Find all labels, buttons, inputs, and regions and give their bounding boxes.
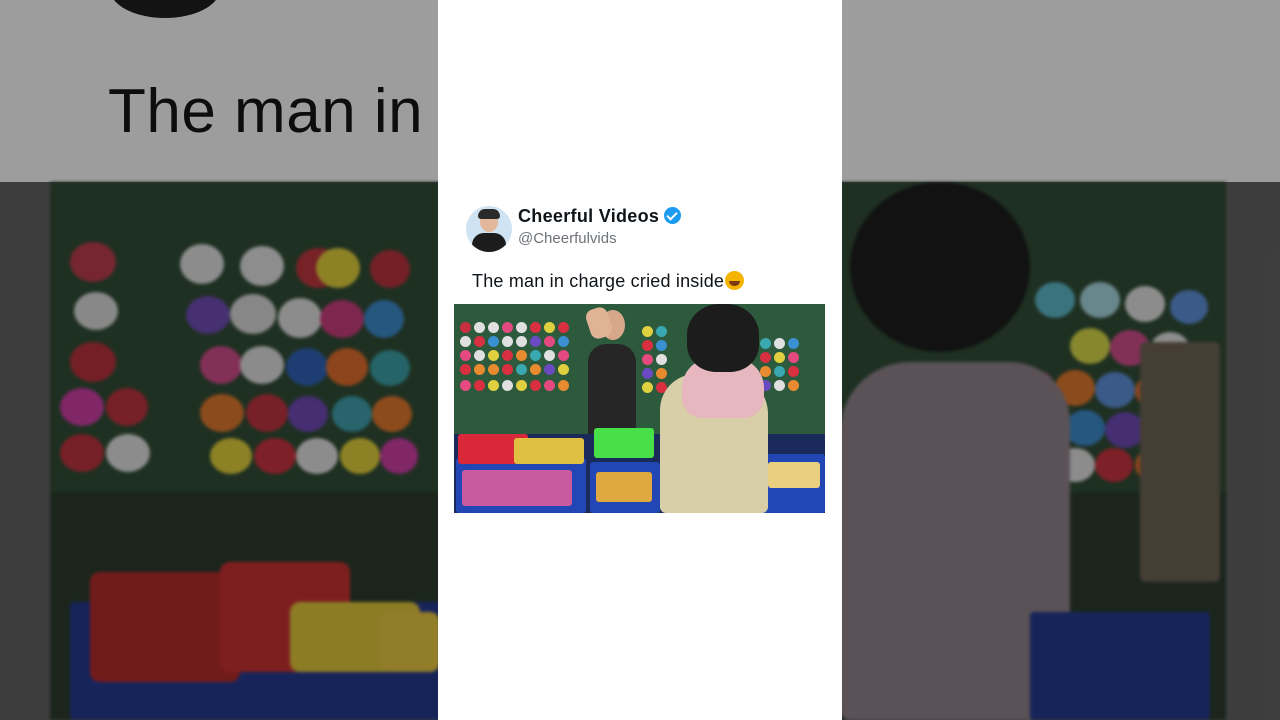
author-name[interactable]: Cheerful Videos <box>518 206 659 226</box>
avatar-hair <box>478 209 500 219</box>
post-header: Cheerful Videos @Cheerfulvids <box>466 206 826 254</box>
author-handle[interactable]: @Cheerfulvids <box>518 230 617 247</box>
child-head <box>687 304 759 372</box>
avatar-body <box>472 233 506 252</box>
avatar[interactable] <box>466 206 512 252</box>
post-video-thumbnail[interactable] <box>454 304 825 513</box>
post-caption: The man in charge cried inside <box>472 271 745 292</box>
post-card: Cheerful Videos @Cheerfulvids The man in… <box>438 0 842 720</box>
balloon-wall <box>454 304 825 434</box>
prize-counter <box>454 428 825 513</box>
laughing-emoji-icon <box>725 271 745 290</box>
author-name-row: Cheerful Videos <box>518 206 682 227</box>
post-caption-text: The man in charge cried inside <box>472 271 725 291</box>
man-figure <box>588 344 636 439</box>
verified-badge-icon <box>664 207 682 224</box>
